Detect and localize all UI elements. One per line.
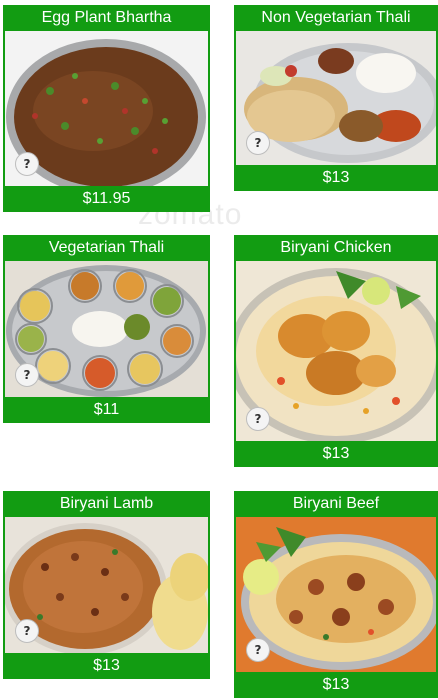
menu-item-biryani-lamb[interactable]: Biryani Lamb ? $13 [3,491,210,679]
food-photo[interactable]: ? [5,31,208,186]
help-icon[interactable]: ? [15,152,39,176]
menu-item-price: $13 [93,657,120,674]
menu-item-egg-plant-bhartha[interactable]: Egg Plant Bhartha ? $11.95 [3,5,210,212]
menu-item-title: Vegetarian Thali [48,239,165,256]
menu-item-non-vegetarian-thali[interactable]: Non Vegetarian Thali ? $13 [234,5,438,191]
help-icon[interactable]: ? [246,131,270,155]
menu-item-price: $11.95 [82,190,131,207]
menu-item-biryani-beef[interactable]: Biryani Beef ? $13 [234,491,438,698]
menu-item-title: Non Vegetarian Thali [261,9,411,26]
menu-item-title: Egg Plant Bhartha [41,9,172,26]
menu-item-title: Biryani Chicken [280,239,392,256]
food-photo[interactable]: ? [5,517,208,653]
menu-item-title: Biryani Beef [292,495,380,512]
food-photo[interactable]: ? [236,31,436,165]
menu-item-title: Biryani Lamb [59,495,154,512]
help-icon[interactable]: ? [246,407,270,431]
menu-item-price: $13 [322,169,350,186]
menu-item-price: $11 [93,401,120,418]
food-photo[interactable]: ? [236,517,436,672]
food-photo[interactable]: ? [5,261,208,397]
menu-item-biryani-chicken[interactable]: Biryani Chicken ? $13 [234,235,438,467]
food-photo[interactable]: ? [236,261,436,441]
menu-item-vegetarian-thali[interactable]: Vegetarian Thali ? $11 [3,235,210,423]
help-icon[interactable]: ? [246,638,270,662]
help-icon[interactable]: ? [15,619,39,643]
help-icon[interactable]: ? [15,363,39,387]
menu-item-price: $13 [322,445,350,462]
menu-item-price: $13 [322,676,350,693]
